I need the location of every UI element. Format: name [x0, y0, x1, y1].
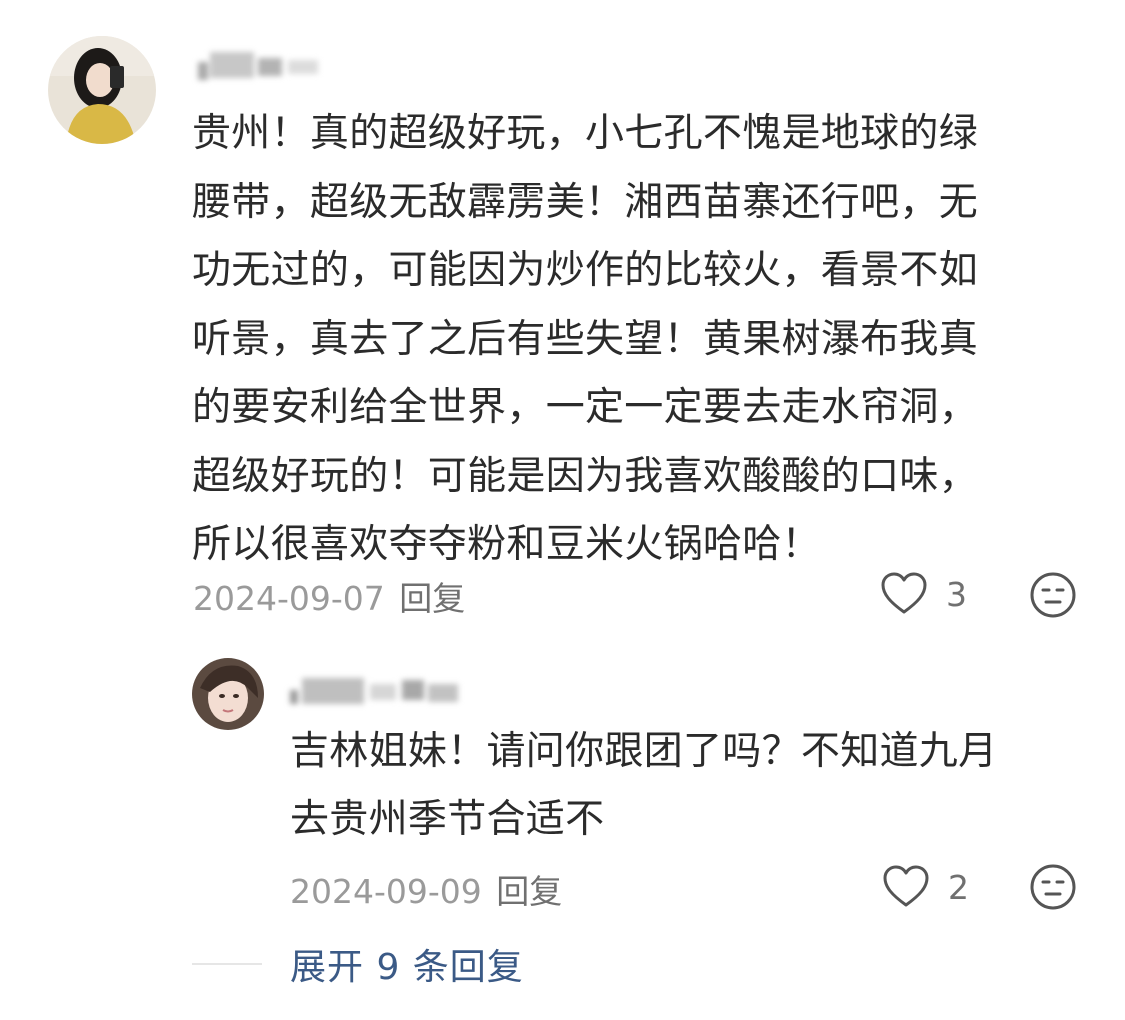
reply-text: 吉林姐妹！请问你跟团了吗？不知道九月 去贵州季节合适不	[290, 729, 998, 842]
reply-date: 2024-09-09 回复	[290, 865, 562, 913]
replier-name-blurred	[290, 672, 470, 712]
heart-outline-icon	[882, 865, 930, 909]
comment-text: 贵州！真的超级好玩，小七孔不愧是地球的绿 腰带，超级无敌霹雳美！湘西苗寨还行吧，…	[192, 111, 979, 567]
commenter-name-blurred	[198, 46, 328, 86]
replier-avatar[interactable]	[192, 658, 264, 730]
neutral-face-icon[interactable]	[1029, 863, 1077, 915]
commenter-avatar[interactable]	[48, 36, 156, 144]
heart-outline-icon	[880, 572, 928, 616]
comment-reply-button[interactable]: 回复	[399, 579, 465, 618]
reply-like-count: 2	[948, 867, 969, 907]
comment-date: 2024-09-07 回复	[193, 572, 465, 620]
comment-like-button[interactable]: 3	[880, 572, 967, 616]
reply-reply-button[interactable]: 回复	[496, 872, 562, 911]
comment-date-value: 2024-09-07	[193, 579, 385, 618]
neutral-face-icon[interactable]	[1029, 571, 1077, 623]
reply-like-button[interactable]: 2	[882, 865, 969, 909]
expand-replies-button[interactable]: 展开 9 条回复	[290, 938, 524, 990]
expand-divider	[192, 963, 262, 965]
comment-like-count: 3	[946, 574, 967, 614]
reply-date-value: 2024-09-09	[290, 872, 482, 911]
